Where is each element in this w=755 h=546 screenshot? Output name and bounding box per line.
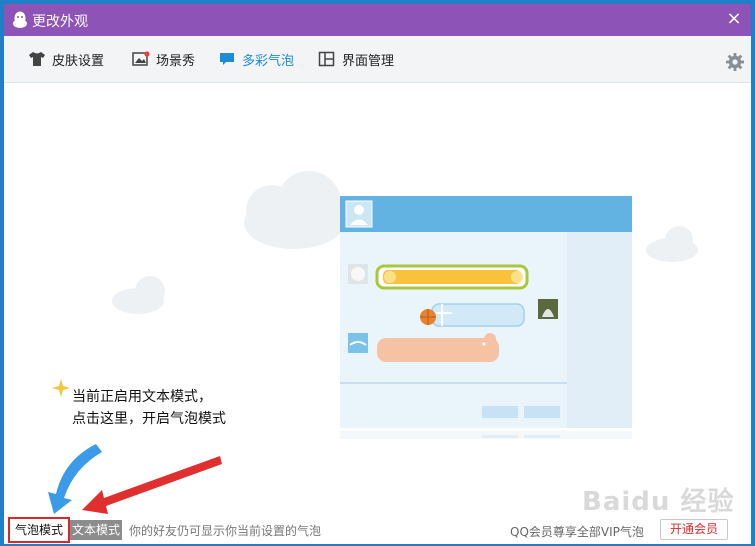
tab-label: 皮肤设置 — [52, 53, 105, 69]
tab-scene-show[interactable]: 场景秀 — [132, 36, 195, 82]
qq-penguin-icon — [13, 11, 27, 28]
tab-bar: 皮肤设置 场景秀 多彩气泡 界面管理 — [4, 36, 751, 83]
bubble-mode-button[interactable]: 气泡模式 — [8, 517, 70, 543]
window-title: 更改外观 — [32, 14, 88, 30]
hint-line-2: 点击这里，开启气泡模式 — [72, 411, 226, 427]
baidu-watermark: Baidu 经验 — [582, 487, 735, 517]
tab-label: 界面管理 — [342, 53, 395, 69]
display-mode-bar: 气泡模式 文本模式 你的好友仍可显示你当前设置的气泡 QQ会员尊享全部VIP气泡… — [4, 517, 751, 544]
picture-icon — [132, 51, 150, 66]
layout-icon — [318, 51, 335, 67]
title-bar: 更改外观 × — [4, 4, 751, 36]
tab-skin-settings[interactable]: 皮肤设置 — [28, 36, 104, 82]
mode-description: 你的好友仍可显示你当前设置的气泡 — [129, 524, 322, 538]
shirt-icon — [29, 52, 45, 66]
close-button[interactable]: × — [723, 7, 745, 31]
tab-label: 多彩气泡 — [242, 53, 295, 69]
tab-colorful-bubbles[interactable]: 多彩气泡 — [218, 36, 294, 82]
chat-bubble-icon — [220, 53, 234, 65]
pointing-arrows — [48, 444, 222, 514]
gear-icon[interactable] — [725, 52, 745, 72]
tab-label: 场景秀 — [156, 53, 196, 69]
text-mode-button[interactable]: 文本模式 — [70, 520, 122, 540]
sparkle-icon — [52, 379, 70, 397]
change-appearance-window: 更改外观 × 皮肤设置 场景秀 多彩气泡 界面管理 当前正启用文本模式， 点击这… — [4, 4, 751, 544]
vip-promo-text: QQ会员尊享全部VIP气泡 — [510, 525, 644, 539]
text-mode-hint: 当前正启用文本模式， 点击这里，开启气泡模式 — [72, 386, 226, 430]
hint-line-1: 当前正启用文本模式， — [72, 389, 212, 405]
tab-interface-management[interactable]: 界面管理 — [318, 36, 394, 82]
content-area: 当前正启用文本模式， 点击这里，开启气泡模式 气泡模式 文本模式 你的好友仍可显… — [4, 83, 751, 544]
open-membership-button[interactable]: 开通会员 — [660, 519, 728, 540]
